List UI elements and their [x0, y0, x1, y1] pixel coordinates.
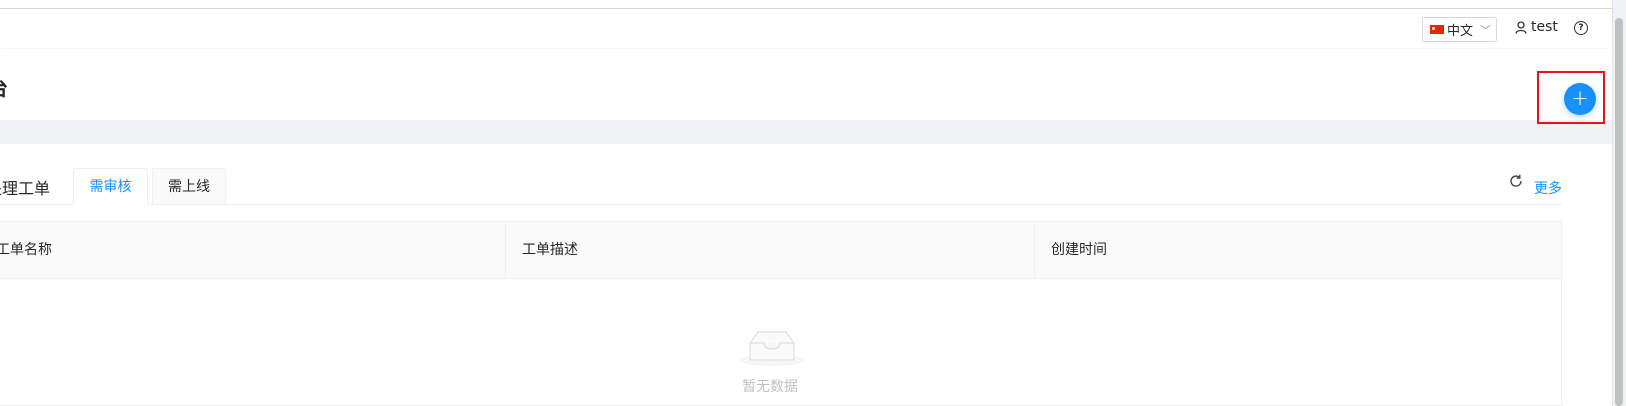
language-selector[interactable]: 中文 ﹀: [1422, 17, 1497, 42]
tab-need-online[interactable]: 需上线: [152, 168, 226, 204]
column-header-created-time: 创建时间: [1051, 242, 1107, 258]
page-divider: [0, 120, 1612, 144]
column-header-name: 工单名称: [0, 242, 52, 258]
empty-text: 暂无数据: [742, 379, 798, 395]
column-header-description: 工单描述: [522, 242, 578, 258]
scrollbar-thumb[interactable]: [1615, 18, 1623, 406]
inbox-empty-icon: [740, 331, 804, 366]
section-title: 处理工单: [0, 179, 51, 198]
more-link[interactable]: 更多: [1534, 178, 1562, 198]
table-header: 工单名称 工单描述 创建时间: [0, 222, 1561, 279]
page-header: [0, 49, 1612, 120]
column-divider: [1034, 222, 1035, 278]
highlight-box: [1537, 71, 1605, 124]
username: test: [1531, 19, 1558, 35]
tab-need-review[interactable]: 需审核: [73, 168, 148, 205]
refresh-icon[interactable]: [1508, 173, 1524, 189]
user-menu[interactable]: test: [1515, 19, 1558, 35]
top-header: [0, 9, 1612, 48]
column-divider: [505, 222, 506, 278]
page-title: 台: [0, 72, 8, 101]
language-label: 中文: [1447, 24, 1474, 39]
user-icon: [1515, 20, 1527, 34]
china-flag-icon: [1430, 25, 1444, 34]
tabs-bottom-line: [0, 204, 1562, 205]
question-circle-icon[interactable]: ?: [1574, 21, 1588, 35]
chevron-down-icon: ﹀: [1480, 23, 1492, 37]
